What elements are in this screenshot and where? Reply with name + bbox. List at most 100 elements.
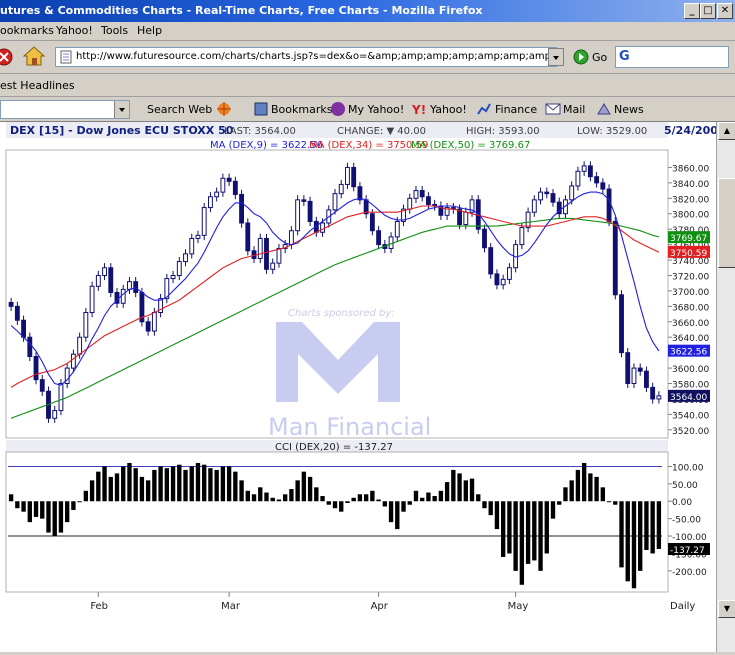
home-icon[interactable] xyxy=(22,45,46,67)
search-web-button[interactable]: Search Web xyxy=(147,103,212,116)
ma9-line xyxy=(10,191,660,386)
cci-bar xyxy=(233,471,238,502)
chart-svg: DEX [15] - Dow Jones ECU STOXX 50 LAST: … xyxy=(5,122,726,612)
cci-bar xyxy=(108,476,113,502)
candle-body xyxy=(195,234,201,239)
yahoo-bookmarks-button[interactable]: Bookmarks xyxy=(271,103,332,116)
yahoo-home-button[interactable]: Yahoo! xyxy=(430,103,467,116)
candle-body xyxy=(463,211,469,226)
candle-body xyxy=(39,379,45,392)
scroll-thumb[interactable] xyxy=(718,178,735,268)
finance-button[interactable]: Finance xyxy=(495,103,537,116)
go-button[interactable]: Go xyxy=(592,51,607,64)
cci-bar xyxy=(52,501,57,537)
candle-body xyxy=(345,166,350,185)
cci-tick-label: -100.00 xyxy=(672,533,707,543)
cci-last-tag: -137.27 xyxy=(670,546,705,556)
menu-bookmarks[interactable]: ookmarks xyxy=(0,24,54,37)
window-titlebar: utures & Commodities Charts - Real-Time … xyxy=(0,0,735,22)
yahoo-search-dropdown[interactable] xyxy=(114,101,129,118)
news-button[interactable]: News xyxy=(614,103,644,116)
price-tick-label: 3540.00 xyxy=(672,411,709,421)
candle-body xyxy=(120,288,126,304)
price-tick-label: 3720.00 xyxy=(672,272,709,282)
menu-tools[interactable]: Tools xyxy=(101,24,128,37)
maximize-button[interactable]: □ xyxy=(700,3,716,19)
vertical-scrollbar[interactable]: ▲ ▼ xyxy=(716,122,735,652)
cci-bar xyxy=(395,501,400,530)
price-tick-label: 3840.00 xyxy=(672,180,709,190)
chevron-down-icon xyxy=(553,56,559,60)
search-box[interactable]: G xyxy=(615,46,729,68)
ma9-label: MA (DEX,9) = 3622.56 xyxy=(210,140,323,151)
cci-bar xyxy=(270,497,275,502)
yahoo-search-input[interactable] xyxy=(0,100,130,119)
svg-text:Y!: Y! xyxy=(412,103,426,116)
cci-bar xyxy=(544,501,549,554)
cci-bar xyxy=(488,501,493,516)
candle-body xyxy=(550,193,556,203)
cci-bar xyxy=(301,471,307,502)
period-label: Daily xyxy=(670,601,695,612)
cci-bar xyxy=(202,464,207,502)
cci-bar xyxy=(463,480,468,502)
cci-bar xyxy=(27,501,32,523)
cci-bar xyxy=(507,501,512,554)
sponsor-watermark: Charts sponsored by: Man Financial xyxy=(268,308,431,441)
cci-bar xyxy=(152,469,157,502)
cci-bar xyxy=(64,501,70,523)
navigation-toolbar: http://www.futuresource.com/charts/chart… xyxy=(0,41,735,74)
sun-icon[interactable] xyxy=(217,102,231,116)
my-yahoo-button[interactable]: My Yahoo! xyxy=(348,103,404,116)
candle-body xyxy=(183,253,188,263)
cci-bar xyxy=(513,501,518,571)
cci-bar xyxy=(77,501,82,503)
cci-bar xyxy=(413,490,419,502)
scroll-down-button[interactable]: ▼ xyxy=(718,600,735,618)
cci-bar xyxy=(289,489,294,502)
cci-bar xyxy=(401,501,406,512)
scroll-up-button[interactable]: ▲ xyxy=(718,122,735,140)
candle-body xyxy=(587,165,593,178)
candle-body xyxy=(544,191,550,195)
close-button[interactable]: ✕ xyxy=(717,3,733,19)
cci-tick-label: -200.00 xyxy=(672,568,707,578)
mail-button[interactable]: Mail xyxy=(563,103,585,116)
stop-icon[interactable] xyxy=(0,47,14,67)
cci-bar xyxy=(625,501,630,582)
cci-bar xyxy=(332,501,338,509)
minimize-button[interactable]: _ xyxy=(684,3,700,19)
candle-body xyxy=(631,367,637,385)
url-dropdown-button[interactable] xyxy=(548,48,564,66)
go-icon[interactable] xyxy=(573,49,589,65)
candle-body xyxy=(500,278,506,286)
candle-body xyxy=(239,193,245,224)
menu-yahoo[interactable]: Yahoo! xyxy=(56,24,93,37)
candle-body xyxy=(606,188,612,222)
menu-help[interactable]: Help xyxy=(137,24,162,37)
cci-bar xyxy=(432,496,437,502)
ma9-value-tag: 3622.56 xyxy=(670,348,707,358)
candle-body xyxy=(151,312,157,332)
candle-body xyxy=(388,236,394,249)
cci-bar xyxy=(407,501,412,505)
address-bar[interactable]: http://www.futuresource.com/charts/chart… xyxy=(55,47,557,67)
bookmark-latest-headlines[interactable]: est Headlines xyxy=(0,79,75,92)
cci-bar xyxy=(33,501,39,517)
candle-body xyxy=(425,196,431,205)
cci-bar xyxy=(295,480,300,502)
candle-body xyxy=(407,197,413,210)
cci-bar xyxy=(525,501,531,564)
candle-body xyxy=(538,191,543,201)
cci-bar xyxy=(494,501,500,530)
candle-body xyxy=(619,294,624,354)
search-engine-icon[interactable]: G xyxy=(619,49,630,64)
man-financial-text: Man Financial xyxy=(268,413,431,441)
candle-body xyxy=(637,367,643,372)
candle-body xyxy=(170,274,176,280)
last-price-tag: 3564.00 xyxy=(670,393,707,403)
candle-body xyxy=(95,274,101,287)
candle-body xyxy=(575,170,581,187)
cci-bar xyxy=(575,469,581,502)
candle-body xyxy=(245,222,251,252)
